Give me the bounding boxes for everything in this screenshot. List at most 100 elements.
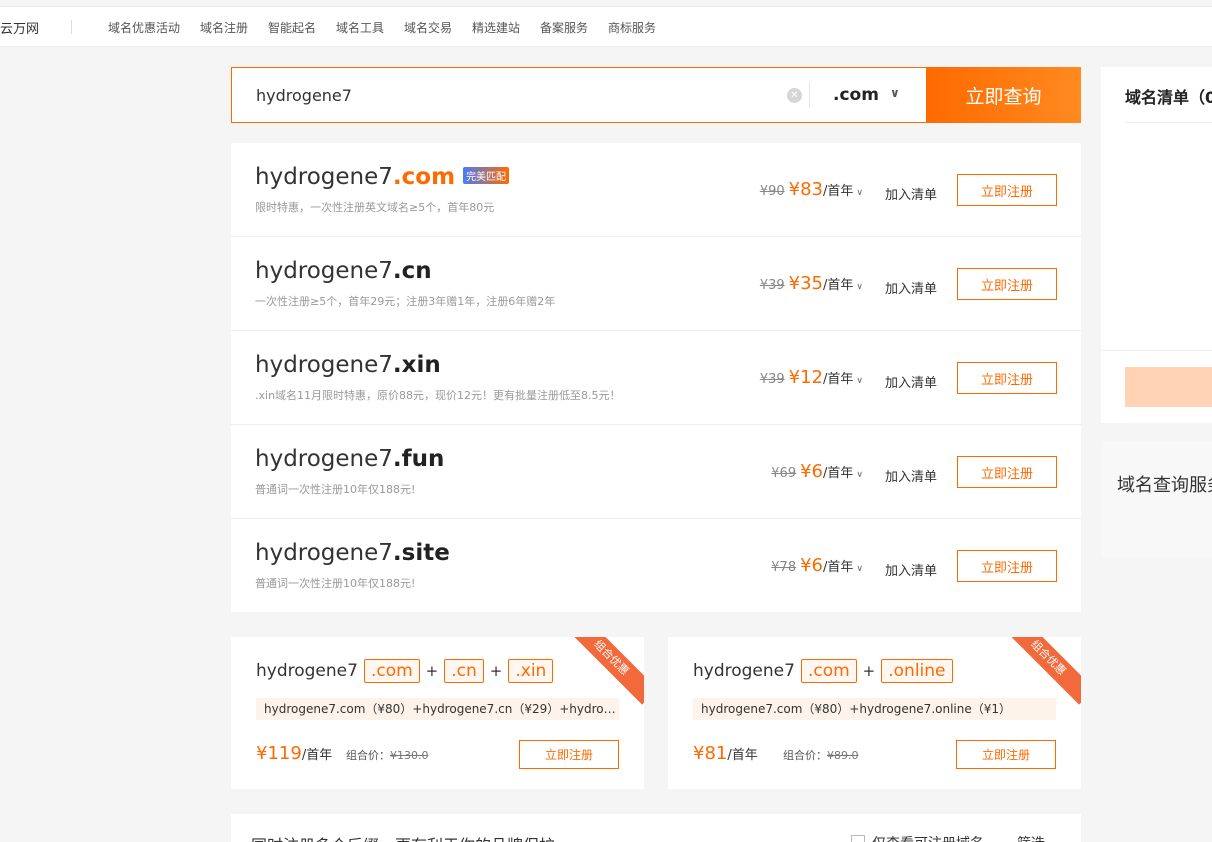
price-unit: /首年 [823,466,854,481]
domain-label: hydrogene7 [255,258,393,284]
combo-original-price: ¥89.0 [827,749,859,762]
domain-label: hydrogene7 [255,164,393,190]
original-price: ¥69 [771,466,797,481]
combo-price: 组合价：¥130.0 [346,747,429,763]
chevron-down-icon: ∨ [890,86,900,100]
multi-suffix-section: 同时注册多个后缀，更有利于你的品牌保护 仅查看可注册域名 筛选 [231,814,1081,842]
register-button[interactable]: 立即注册 [957,268,1057,300]
bundle-tld-tag: .xin [508,659,554,683]
bundle-offer-card: hydrogene7 .com + .cn + .xin hydrogene7.… [231,637,644,789]
exact-match-badge: 完美匹配 [463,167,510,184]
nav-item-smart-naming[interactable]: 智能起名 [268,19,316,36]
result-row: hydrogene7.site 普通词一次性注册10年仅188元! ¥78 ¥6/… [231,519,1081,613]
promo-text: 一次性注册≥5个，首年29元；注册3年赠1年，注册6年赠2年 [255,295,556,308]
divider [1125,122,1212,123]
nav-item-promotions[interactable]: 域名优惠活动 [108,19,180,36]
bundle-tld-tag: .com [800,659,857,683]
promo-text: 普通词一次性注册10年仅188元! [255,577,416,590]
bundle-detail: hydrogene7.com（¥80）+hydrogene7.cn（¥29）+h… [256,698,619,720]
combo-label: 组合价： [783,749,827,762]
domain-tld: .fun [392,446,445,472]
domain-name: hydrogene7.xin [255,352,441,378]
domain-tld: .site [392,540,450,566]
result-row: hydrogene7.fun 普通词一次性注册10年仅188元! ¥69 ¥6/首… [231,425,1081,519]
available-only-checkbox[interactable] [851,835,865,842]
cart-checkout-button[interactable] [1125,367,1212,407]
domain-name: hydrogene7.com 完美匹配 [255,164,510,190]
nav-item-trading[interactable]: 域名交易 [404,19,452,36]
tld-dropdown[interactable]: .com ∨ [810,68,926,122]
price-unit: /首年 [823,278,854,293]
sale-price: ¥6 [800,461,824,482]
chevron-down-icon: ∨ [856,282,863,292]
cart-title: 域名清单（0 [1125,88,1212,107]
domain-name: hydrogene7.cn [255,258,432,284]
nav-item-register[interactable]: 域名注册 [200,19,248,36]
nav-item-filing[interactable]: 备案服务 [540,19,588,36]
price-dropdown[interactable]: ¥78 ¥6/首年 ∨ [771,555,863,576]
search-input[interactable] [232,68,787,122]
original-price: ¥39 [759,372,785,387]
result-row: hydrogene7.com 完美匹配 限时特惠，一次性注册英文域名≥5个，首年8… [231,143,1081,237]
combo-label: 组合价： [346,749,390,762]
bundle-tld-tag: .cn [444,659,484,683]
price-unit: /首年 [301,748,333,763]
sale-price: ¥12 [788,367,824,388]
bundle-price: ¥81/首年 [693,743,758,764]
plus-sign: + [425,662,439,680]
price-unit: /首年 [823,560,854,575]
register-button[interactable]: 立即注册 [957,456,1057,488]
bundle-offer-card: hydrogene7 .com + .online hydrogene7.com… [668,637,1081,789]
nav-item-trademark[interactable]: 商标服务 [608,19,656,36]
filter-dropdown[interactable]: 筛选 [1017,833,1045,842]
plus-sign: + [489,662,503,680]
price-dropdown[interactable]: ¥39 ¥12/首年 ∨ [760,367,863,388]
register-button[interactable]: 立即注册 [957,550,1057,582]
search-button[interactable]: 立即查询 [926,67,1081,123]
divider [1101,350,1212,351]
original-price: ¥90 [759,184,785,199]
price-dropdown[interactable]: ¥39 ¥35/首年 ∨ [760,273,863,294]
bundle-tld-tag: .online [881,659,953,683]
price-dropdown[interactable]: ¥69 ¥6/首年 ∨ [771,461,863,482]
domain-name: hydrogene7.site [255,540,450,566]
brand-logo[interactable]: 云万网 [0,18,39,37]
bundle-register-button[interactable]: 立即注册 [519,740,619,769]
chevron-down-icon: ∨ [856,470,863,480]
add-to-list-link[interactable]: 加入清单 [885,184,937,203]
clear-icon[interactable]: ✕ [787,88,802,103]
price-dropdown[interactable]: ¥90 ¥83/首年 ∨ [760,179,863,200]
bundle-register-button[interactable]: 立即注册 [956,740,1056,769]
promo-text: .xin域名11月限时特惠，原价88元，现价12元！更有批量注册低至8.5元！ [255,389,621,402]
sale-price: ¥35 [788,273,824,294]
section-title: 同时注册多个后缀，更有利于你的品牌保护 [251,832,555,842]
register-button[interactable]: 立即注册 [957,362,1057,394]
add-to-list-link[interactable]: 加入清单 [885,372,937,391]
domain-label: hydrogene7 [255,446,393,472]
price-unit: /首年 [823,372,854,387]
tld-selected-value: .com [833,85,879,105]
checkbox-label: 仅查看可注册域名 [872,833,984,842]
result-row: hydrogene7.cn 一次性注册≥5个，首年29元；注册3年赠1年，注册6… [231,237,1081,331]
results-list: hydrogene7.com 完美匹配 限时特惠，一次性注册英文域名≥5个，首年8… [231,143,1081,612]
combo-original-price: ¥130.0 [390,749,429,762]
domain-tld: .cn [392,258,432,284]
domain-cart-panel: 域名清单（0 [1101,67,1212,423]
register-button[interactable]: 立即注册 [957,174,1057,206]
nav-item-tools[interactable]: 域名工具 [336,19,384,36]
add-to-list-link[interactable]: 加入清单 [885,278,937,297]
chevron-down-icon: ∨ [856,376,863,386]
nav-item-site-building[interactable]: 精选建站 [472,19,520,36]
original-price: ¥39 [759,278,785,293]
bundle-price-value: ¥81 [693,743,728,764]
domain-label: hydrogene7 [255,352,393,378]
add-to-list-link[interactable]: 加入清单 [885,466,937,485]
survey-card[interactable]: 域名查询服务调查问卷 [1101,441,1212,557]
bundle-name: hydrogene7 [693,661,795,681]
bundle-name: hydrogene7 [256,661,358,681]
bundle-domains: hydrogene7 .com + .cn + .xin [256,659,559,683]
domain-tld: .xin [392,352,441,378]
sale-price: ¥83 [788,179,824,200]
chevron-down-icon: ∨ [856,564,863,574]
add-to-list-link[interactable]: 加入清单 [885,560,937,579]
